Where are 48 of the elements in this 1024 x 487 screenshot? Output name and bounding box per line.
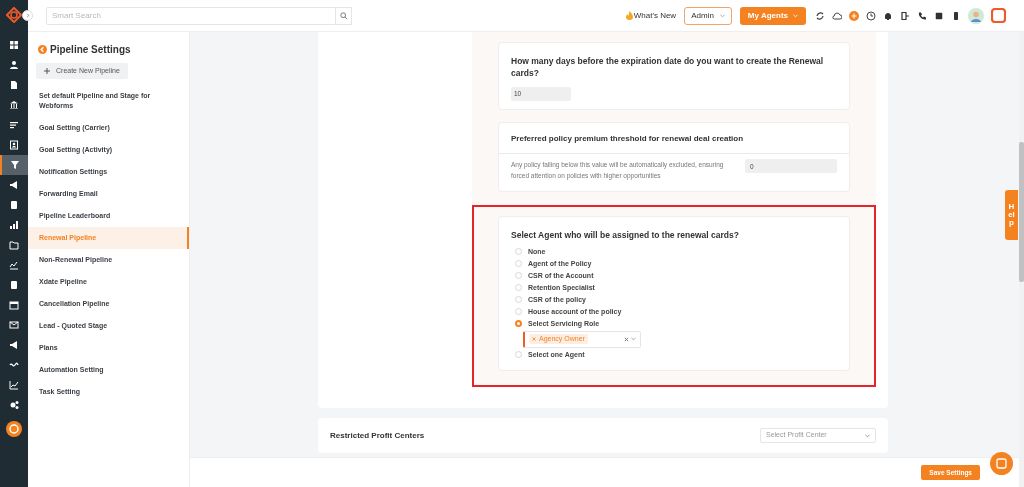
app-logo-icon[interactable] [991, 8, 1006, 23]
folder-icon [9, 240, 19, 250]
bell-icon[interactable] [883, 10, 893, 21]
bank-icon [9, 100, 19, 110]
sidebar-title: Pipeline Settings [50, 43, 131, 57]
rail-item[interactable] [0, 155, 28, 175]
back-arrow-icon[interactable] [38, 45, 47, 54]
chart-grid-icon [9, 260, 19, 270]
card-title: Preferred policy premium threshold for renewal deal creation [499, 123, 849, 154]
phone-icon[interactable] [917, 10, 927, 21]
scrollbar[interactable] [1019, 32, 1024, 487]
bar-chart-icon [9, 220, 19, 230]
search-icon[interactable] [339, 11, 348, 20]
calendar-icon [9, 300, 19, 310]
question-text: Select Agent who will be assigned to the renewal cards? [511, 229, 740, 242]
avatar-icon[interactable] [968, 7, 984, 24]
chat-bubble-icon[interactable] [990, 452, 1013, 475]
list-icon [9, 120, 19, 130]
envelope-icon [9, 320, 19, 330]
mobile-icon[interactable] [951, 10, 961, 21]
search-field[interactable]: Smart Search [46, 6, 336, 25]
clear-icon[interactable] [624, 336, 629, 342]
role-dropdown[interactable]: Admin [684, 6, 732, 25]
chevron-down-icon [719, 13, 725, 18]
flame-icon [625, 11, 633, 20]
chevron-right-icon [25, 13, 30, 18]
chevron-down-icon [631, 337, 636, 342]
contact-card-icon [9, 140, 19, 150]
question-text: How many days before the expiration date do you want to create the Renewal cards? [511, 55, 825, 79]
help-icon[interactable] [6, 421, 22, 437]
plus-icon [44, 68, 50, 74]
search-button[interactable] [336, 6, 352, 25]
whats-new-link[interactable]: What's New [633, 9, 677, 22]
funnel-icon [10, 160, 20, 170]
clock-icon[interactable] [866, 10, 876, 21]
refresh-icon[interactable] [815, 10, 825, 21]
exit-icon[interactable] [900, 10, 910, 21]
radio-button[interactable] [515, 320, 522, 328]
cloud-icon[interactable] [832, 10, 842, 21]
chevron-down-icon [865, 433, 870, 438]
chevron-down-icon [793, 13, 798, 18]
document-icon [9, 80, 19, 90]
card-title: Restricted Profit Centers [330, 429, 425, 442]
grid-icon [9, 40, 19, 50]
plus-circle-icon[interactable] [849, 10, 859, 21]
logo-icon[interactable] [6, 7, 22, 23]
person-icon [9, 60, 19, 70]
line-chart-icon [9, 380, 19, 390]
